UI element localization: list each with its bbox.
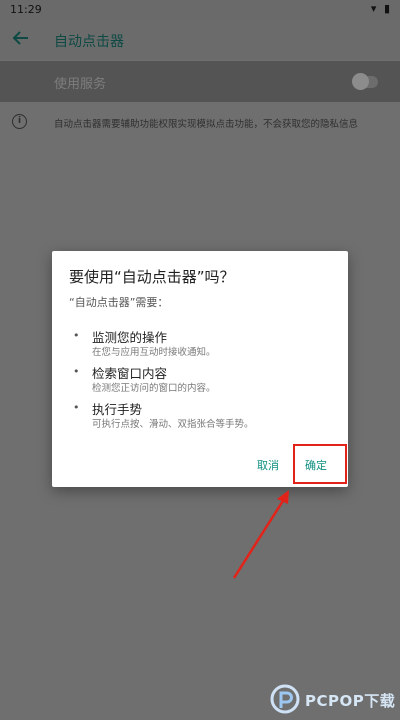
watermark-text: PCPOP下载 xyxy=(305,692,396,710)
annotation-arrow-icon xyxy=(232,490,289,579)
pcpop-logo-icon xyxy=(270,684,300,714)
